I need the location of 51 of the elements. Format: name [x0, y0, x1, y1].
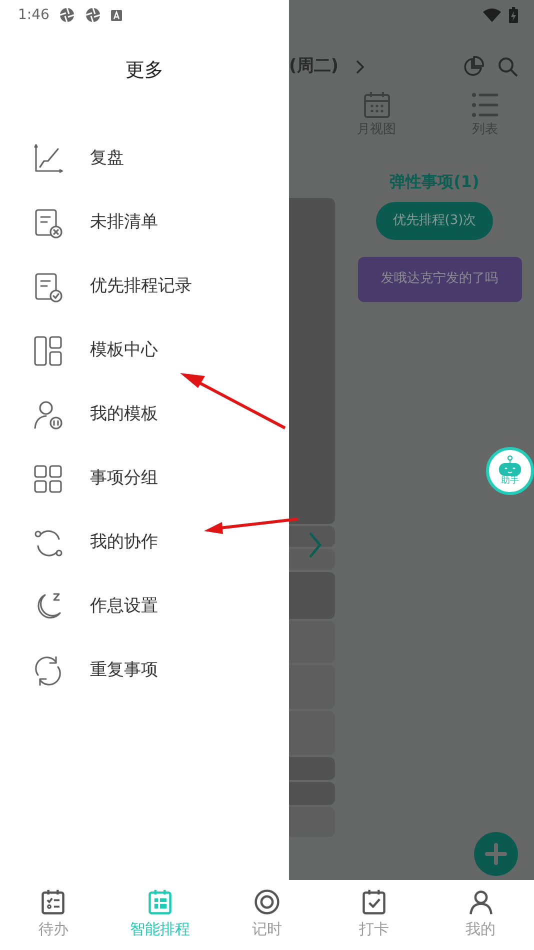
aperture-icon	[85, 7, 102, 23]
menu-item[interactable]: 我的模板	[0, 382, 289, 446]
nav-tab[interactable]: 我的	[427, 880, 534, 950]
nav-tab[interactable]: 打卡	[320, 880, 428, 950]
layout-icon	[32, 334, 64, 366]
battery-icon	[509, 7, 518, 23]
task-block	[289, 782, 335, 805]
robot-icon	[497, 455, 523, 477]
priority-button[interactable]: 优先排程(3)次	[376, 202, 494, 240]
wifi-icon	[483, 8, 501, 22]
calendar-icon	[362, 90, 392, 120]
task-card[interactable]: 发哦达克宁发的了吗	[358, 256, 522, 302]
nav-tab[interactable]: 智能排程	[106, 880, 214, 950]
menu-item[interactable]: 我的协作	[0, 510, 289, 574]
calendar-check-icon	[360, 888, 388, 916]
chevron-right-icon[interactable]	[354, 60, 365, 74]
target-icon	[252, 888, 281, 916]
grid-icon	[32, 462, 64, 494]
plus-icon	[484, 842, 508, 866]
pie-chart-icon[interactable]	[462, 56, 484, 78]
date-label: (周二)	[289, 55, 339, 78]
menu-item[interactable]: 未排清单	[0, 190, 289, 254]
nav-tab[interactable]: 记时	[214, 880, 320, 950]
list-cross-icon	[32, 206, 64, 238]
calendar-grid-icon	[146, 888, 174, 916]
aperture-icon	[59, 7, 76, 23]
menu-item[interactable]: 优先排程记录	[0, 254, 289, 318]
chart-icon	[32, 142, 64, 174]
font-icon	[111, 10, 122, 20]
section-title: 弹性事项(1)	[390, 171, 480, 193]
task-block	[289, 757, 335, 780]
task-block	[289, 526, 335, 547]
list-icon	[470, 90, 500, 120]
status-time: 1:46	[18, 6, 50, 24]
menu-item[interactable]: 重复事项	[0, 638, 289, 702]
menu-item[interactable]: 复盘	[0, 126, 289, 190]
add-button[interactable]	[474, 832, 518, 876]
drawer-title: 更多	[124, 58, 164, 83]
search-icon[interactable]	[498, 57, 518, 77]
menu-item[interactable]: 模板中心	[0, 318, 289, 382]
menu-item[interactable]: 事项分组	[0, 446, 289, 510]
user-icon	[466, 888, 495, 916]
repeat-icon	[32, 654, 64, 686]
checklist-calendar-icon	[39, 888, 68, 916]
user-icon	[32, 398, 64, 430]
nav-tab[interactable]: 待办	[0, 880, 107, 950]
task-block	[289, 572, 335, 619]
assistant-button[interactable]: 助手	[486, 446, 534, 494]
list-check-icon	[32, 270, 64, 302]
chevron-right-icon[interactable]	[308, 532, 322, 558]
menu-item[interactable]: 作息设置	[0, 574, 289, 638]
